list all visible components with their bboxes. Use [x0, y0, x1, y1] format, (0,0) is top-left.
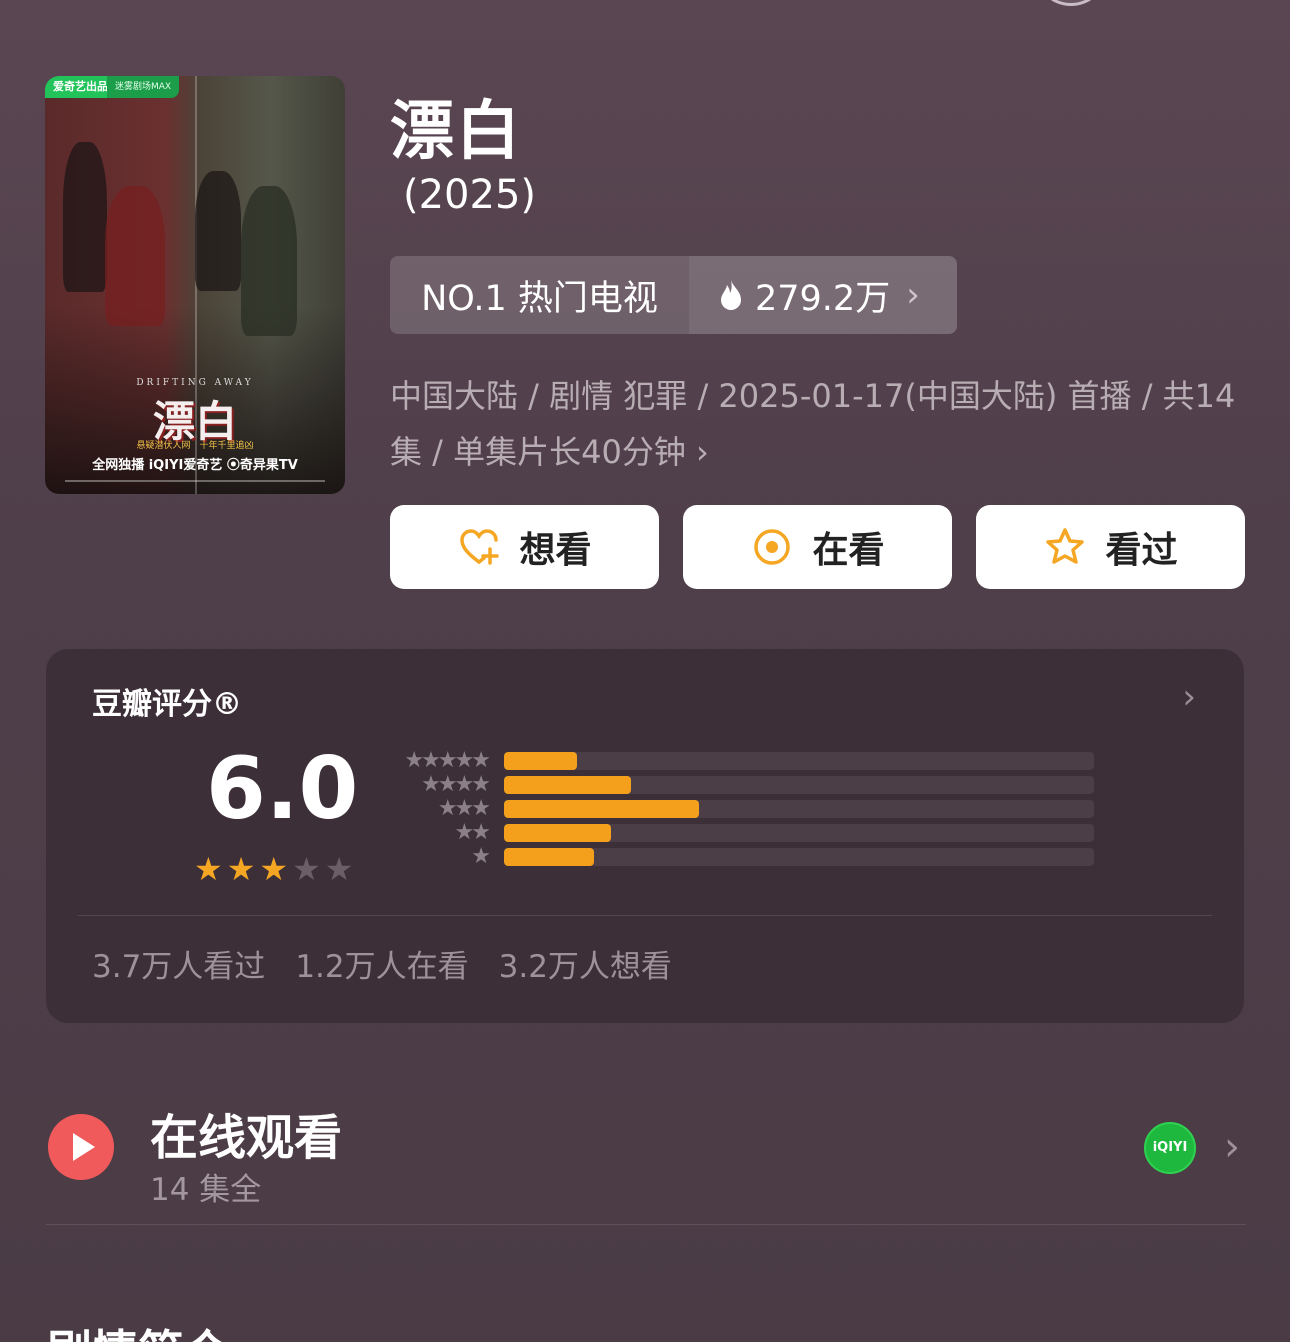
distribution-row: ★★★★★ [384, 749, 1094, 773]
distribution-bar-track [504, 824, 1094, 842]
distribution-row: ★★ [384, 821, 1094, 845]
star-empty-icon: ★ [292, 850, 321, 888]
synopsis-heading: 剧情简介 [46, 1316, 230, 1342]
distribution-bar [504, 824, 612, 842]
distribution-stars: ★★ [454, 820, 491, 845]
distribution-bar [504, 800, 699, 818]
rank-banner[interactable]: NO.1 热门电视 279.2万 › [390, 256, 957, 334]
distribution-bar [504, 776, 631, 794]
poster-badge: 爱奇艺出品 [45, 76, 116, 98]
poster-figure [105, 186, 165, 326]
poster-badge-secondary: 迷雾剧场MAX [107, 76, 180, 98]
star-outline-icon [1046, 528, 1085, 564]
chevron-right-icon: › [906, 275, 920, 315]
poster-credits [65, 480, 325, 482]
distribution-row: ★ [384, 845, 1094, 869]
poster-figure [241, 186, 297, 336]
rating-score: 6.0 [206, 739, 359, 839]
rating-title: 豆瓣评分® [92, 687, 242, 722]
watched-label: 看过 [1105, 530, 1178, 571]
want-to-watch-button[interactable]: 想看 [390, 505, 659, 589]
chevron-right-icon: › [696, 433, 709, 471]
rating-stats: 3.7万人看过 1.2万人在看 3.2万人想看 [92, 941, 672, 986]
distribution-bar [504, 848, 594, 866]
distribution-bar-track [504, 800, 1094, 818]
rating-stars: ★ ★ ★ ★ ★ [194, 851, 353, 887]
rating-distribution: ★★★★★ ★★★★ ★★★ ★★ ★ [384, 749, 1094, 869]
chevron-right-icon[interactable]: › [1224, 1124, 1240, 1170]
distribution-row: ★★★ [384, 797, 1094, 821]
watch-online-title: 在线观看 [150, 1110, 343, 1166]
user-avatar[interactable] [1036, 0, 1106, 6]
want-count: 3.2万人想看 [498, 949, 672, 985]
poster-figure [63, 142, 107, 292]
star-filled-icon: ★ [194, 850, 223, 888]
episode-count: 14 集全 [150, 1172, 262, 1208]
watch-online-row[interactable]: 在线观看 14 集全 iQIYI › [46, 1090, 1246, 1225]
watching-button[interactable]: 在看 [683, 505, 952, 589]
poster-tagline: 悬疑潜伏人网 十年千里追凶 [136, 441, 254, 451]
rank-label: NO.1 热门电视 [390, 256, 689, 334]
star-filled-icon: ★ [226, 850, 256, 888]
star-empty-icon: ★ [324, 850, 354, 888]
poster-image[interactable]: 爱奇艺出品 迷雾剧场MAX DRIFTING AWAY 漂白 悬疑潜伏人网 十年… [45, 76, 345, 494]
flame-icon [721, 280, 741, 310]
star-filled-icon: ★ [259, 850, 289, 888]
poster-platforms: 全网独播 iQIYI爱奇艺 ⦿奇异果TV [92, 458, 298, 473]
distribution-bar-track [504, 776, 1094, 794]
distribution-stars: ★ [471, 844, 491, 869]
target-icon [754, 529, 791, 565]
douban-rating-card[interactable]: 豆瓣评分® › 6.0 ★ ★ ★ ★ ★ ★★★★★ ★★★★ ★★★ ★★ ★ 3.7万人看… [46, 649, 1244, 1023]
distribution-row: ★★★★ [384, 773, 1094, 797]
heart-plus-icon [460, 529, 500, 565]
play-icon[interactable] [48, 1114, 114, 1180]
movie-title: 漂白 [390, 95, 522, 169]
watching-label: 在看 [812, 530, 885, 571]
distribution-stars: ★★★★ [421, 772, 491, 797]
movie-meta[interactable]: 中国大陆 / 剧情 犯罪 / 2025-01-17(中国大陆) 首播 / 共14… [390, 368, 1250, 480]
iqiyi-logo-icon[interactable]: iQIYI [1144, 1122, 1196, 1174]
divider [78, 915, 1212, 916]
distribution-stars: ★★★ [437, 796, 491, 821]
poster-figure [195, 171, 241, 291]
movie-year: (2025) [403, 172, 537, 218]
distribution-bar [504, 752, 578, 770]
watched-button[interactable]: 看过 [976, 505, 1245, 589]
distribution-bar-track [504, 848, 1094, 866]
meta-text: 中国大陆 / 剧情 犯罪 / 2025-01-17(中国大陆) 首播 / 共14… [390, 377, 1236, 471]
distribution-stars: ★★★★★ [404, 748, 491, 773]
poster-english-title: DRIFTING AWAY [136, 378, 254, 388]
heat-count[interactable]: 279.2万 › [689, 256, 957, 334]
watching-count: 1.2万人在看 [295, 949, 469, 985]
action-buttons: 想看 在看 看过 [390, 505, 1245, 589]
heat-value: 279.2万 [755, 278, 891, 319]
want-to-watch-label: 想看 [519, 530, 592, 571]
chevron-right-icon[interactable]: › [1182, 677, 1196, 717]
watched-count: 3.7万人看过 [92, 949, 266, 985]
distribution-bar-track [504, 752, 1094, 770]
